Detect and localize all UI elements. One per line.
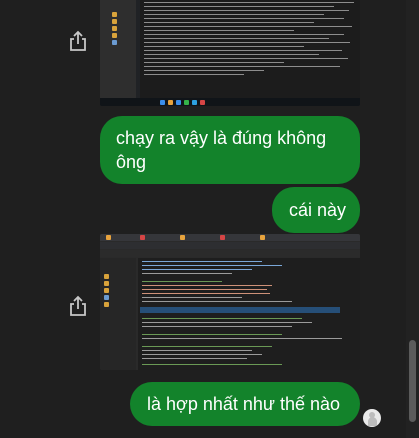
message-bubble-3[interactable]: là hợp nhất như thế nào — [130, 382, 360, 426]
code-editor — [138, 258, 360, 370]
scrollbar-thumb[interactable] — [409, 340, 416, 422]
share-icon — [70, 295, 86, 316]
file-tree-panel — [100, 258, 136, 370]
image-attachment-2[interactable] — [100, 234, 360, 370]
seen-avatar-icon — [363, 409, 381, 427]
message-text: chạy ra vậy là đúng không ông — [116, 128, 327, 172]
file-explorer-panel — [100, 0, 136, 98]
share-button-1[interactable] — [68, 30, 88, 52]
share-button-2[interactable] — [68, 295, 88, 317]
share-icon — [70, 30, 86, 51]
taskbar — [100, 98, 360, 106]
menu-bar — [100, 250, 360, 257]
image-attachment-1[interactable] — [100, 0, 360, 106]
scrollbar[interactable] — [406, 0, 419, 438]
message-text: là hợp nhất như thế nào — [147, 394, 340, 414]
terminal-output — [140, 0, 360, 98]
message-bubble-1[interactable]: chạy ra vậy là đúng không ông — [100, 116, 360, 184]
address-bar — [100, 242, 360, 249]
message-bubble-2[interactable]: cái này — [272, 187, 360, 233]
browser-tab-bar — [100, 234, 360, 241]
message-text: cái này — [289, 200, 347, 220]
